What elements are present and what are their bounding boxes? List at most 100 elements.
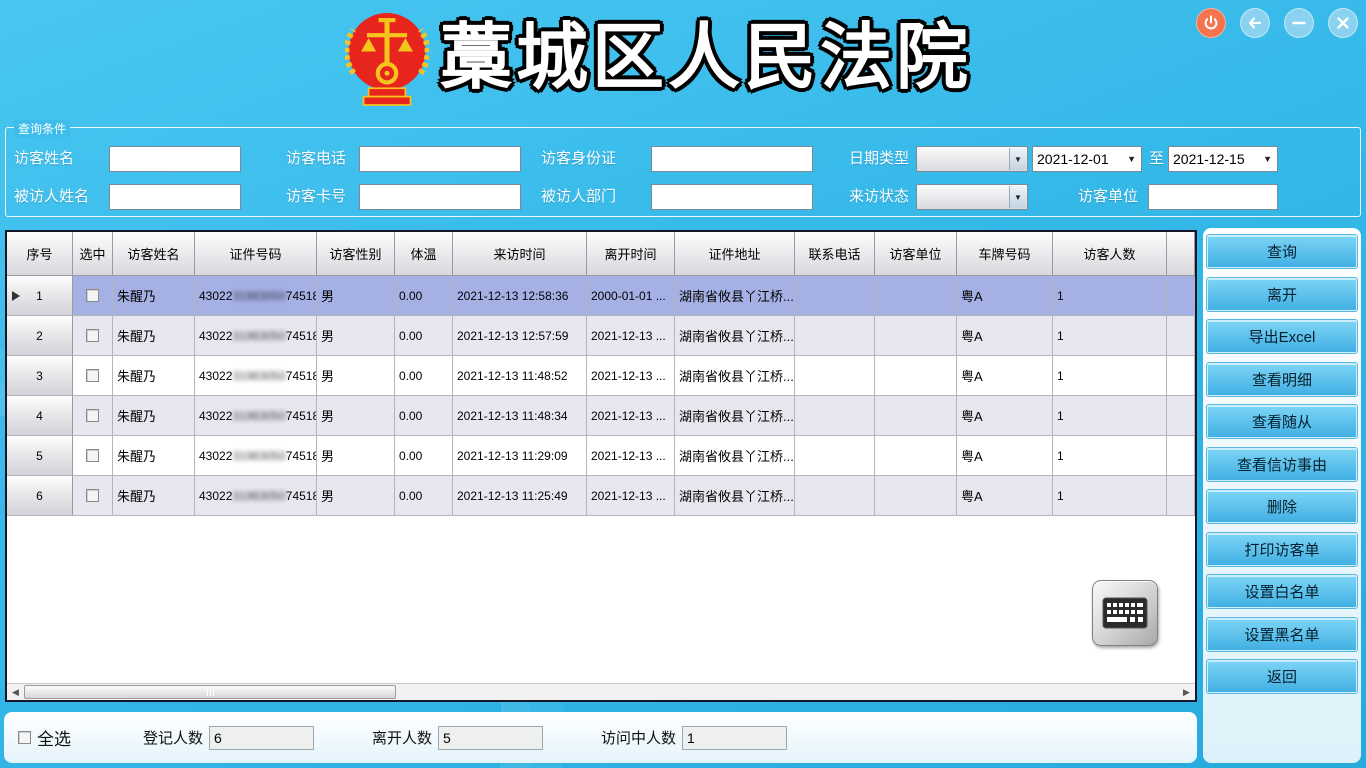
page-title: 藁城区人民法院 — [440, 6, 1040, 112]
leave-time-cell: 2000-01-01 ... — [587, 276, 675, 316]
visit-status-select[interactable]: ▼ — [916, 184, 1028, 210]
plate-cell: 粤A — [957, 356, 1053, 396]
action-button[interactable]: 查询 — [1207, 235, 1357, 268]
column-header[interactable]: 选中 — [73, 232, 113, 276]
action-button[interactable]: 返回 — [1207, 660, 1357, 693]
empty-cell — [1167, 476, 1195, 516]
masked-id-digits: 31983050 — [232, 329, 285, 343]
chevron-down-icon: ▼ — [1009, 186, 1026, 208]
visitor-name-cell: 朱醒乃 — [113, 476, 195, 516]
visitor-phone-label: 访客电话 — [286, 146, 346, 172]
table-row[interactable]: 1 朱醒乃 430223198305074518 男 0.00 2021-12-… — [7, 276, 1195, 316]
temperature-cell: 0.00 — [395, 396, 453, 436]
close-button[interactable] — [1328, 8, 1358, 38]
select-all-checkbox[interactable] — [18, 731, 31, 744]
date-to-separator: 至 — [1149, 146, 1164, 172]
masked-id-digits: 31983050 — [232, 409, 285, 423]
column-header[interactable]: 访客人数 — [1053, 232, 1167, 276]
row-checkbox[interactable] — [86, 449, 99, 462]
id-number-cell: 430223198305074518 — [195, 356, 317, 396]
action-button[interactable]: 查看信访事由 — [1207, 448, 1357, 481]
action-button[interactable]: 设置黑名单 — [1207, 618, 1357, 651]
visited-dept-input[interactable] — [651, 184, 813, 210]
action-button[interactable]: 查看明细 — [1207, 363, 1357, 396]
row-checkbox[interactable] — [86, 489, 99, 502]
table-row[interactable]: 4 朱醒乃 430223198305074518 男 0.00 2021-12-… — [7, 396, 1195, 436]
action-button[interactable]: 离开 — [1207, 278, 1357, 311]
gender-cell: 男 — [317, 276, 395, 316]
unit-cell — [875, 436, 957, 476]
temperature-cell: 0.00 — [395, 276, 453, 316]
visit-time-cell: 2021-12-13 11:29:09 — [453, 436, 587, 476]
count-cell: 1 — [1053, 276, 1167, 316]
visit-time-cell: 2021-12-13 12:58:36 — [453, 276, 587, 316]
scroll-right-arrow[interactable]: ▶ — [1178, 684, 1195, 700]
column-header[interactable]: 来访时间 — [453, 232, 587, 276]
virtual-keyboard-button[interactable] — [1092, 580, 1158, 646]
registered-count-field[interactable] — [209, 726, 314, 750]
visitor-phone-input[interactable] — [359, 146, 521, 172]
column-header[interactable]: 体温 — [395, 232, 453, 276]
plate-cell: 粤A — [957, 436, 1053, 476]
power-icon — [1203, 15, 1219, 31]
visitor-name-label: 访客姓名 — [14, 146, 74, 172]
row-select-cell — [73, 436, 113, 476]
date-from-value: 2021-12-01 — [1037, 151, 1109, 167]
scrollbar-track[interactable] — [24, 684, 1178, 700]
power-button[interactable] — [1196, 8, 1226, 38]
count-cell: 1 — [1053, 316, 1167, 356]
column-header[interactable]: 序号 — [7, 232, 73, 276]
action-button[interactable]: 导出Excel — [1207, 320, 1357, 353]
chevron-down-icon: ▼ — [1127, 147, 1136, 171]
action-button[interactable]: 删除 — [1207, 490, 1357, 523]
column-header[interactable]: 证件地址 — [675, 232, 795, 276]
table-row[interactable]: 2 朱醒乃 430223198305074518 男 0.00 2021-12-… — [7, 316, 1195, 356]
row-checkbox[interactable] — [86, 409, 99, 422]
table-row[interactable]: 5 朱醒乃 430223198305074518 男 0.00 2021-12-… — [7, 436, 1195, 476]
back-button[interactable] — [1240, 8, 1270, 38]
chevron-down-icon: ▼ — [1009, 148, 1026, 170]
column-header[interactable]: 离开时间 — [587, 232, 675, 276]
row-select-cell — [73, 356, 113, 396]
scroll-left-arrow[interactable]: ◀ — [7, 684, 24, 700]
table-row[interactable]: 6 朱醒乃 430223198305074518 男 0.00 2021-12-… — [7, 476, 1195, 516]
plate-cell: 粤A — [957, 396, 1053, 436]
visitor-name-input[interactable] — [109, 146, 241, 172]
action-button[interactable]: 设置白名单 — [1207, 575, 1357, 608]
table-row[interactable]: 3 朱醒乃 430223198305074518 男 0.00 2021-12-… — [7, 356, 1195, 396]
left-count-field[interactable] — [438, 726, 543, 750]
action-button[interactable]: 查看随从 — [1207, 405, 1357, 438]
visitor-unit-input[interactable] — [1148, 184, 1278, 210]
column-header[interactable]: 访客姓名 — [113, 232, 195, 276]
visitor-card-label: 访客卡号 — [286, 184, 346, 210]
date-to-picker[interactable]: 2021-12-15 ▼ — [1168, 146, 1278, 172]
visitor-card-input[interactable] — [359, 184, 521, 210]
row-checkbox[interactable] — [86, 329, 99, 342]
visited-name-input[interactable] — [109, 184, 241, 210]
row-checkbox[interactable] — [86, 369, 99, 382]
visit-time-cell: 2021-12-13 11:48:52 — [453, 356, 587, 396]
date-type-select[interactable]: ▼ — [916, 146, 1028, 172]
column-header[interactable]: 联系电话 — [795, 232, 875, 276]
visiting-count-field[interactable] — [682, 726, 787, 750]
unit-cell — [875, 356, 957, 396]
gender-cell: 男 — [317, 316, 395, 356]
row-number: 2 — [7, 316, 73, 356]
column-header[interactable]: 证件号码 — [195, 232, 317, 276]
column-header[interactable]: 访客性别 — [317, 232, 395, 276]
visitor-name-cell: 朱醒乃 — [113, 396, 195, 436]
column-header[interactable]: 车牌号码 — [957, 232, 1053, 276]
id-number-cell: 430223198305074518 — [195, 276, 317, 316]
date-from-picker[interactable]: 2021-12-01 ▼ — [1032, 146, 1142, 172]
visitor-id-label: 访客身份证 — [541, 146, 616, 172]
masked-id-digits: 31983050 — [232, 369, 285, 383]
minimize-button[interactable] — [1284, 8, 1314, 38]
scrollbar-thumb[interactable] — [24, 685, 396, 699]
visit-time-cell: 2021-12-13 11:25:49 — [453, 476, 587, 516]
action-button[interactable]: 打印访客单 — [1207, 533, 1357, 566]
visitor-id-input[interactable] — [651, 146, 813, 172]
column-header[interactable]: 访客单位 — [875, 232, 957, 276]
temperature-cell: 0.00 — [395, 476, 453, 516]
row-checkbox[interactable] — [86, 289, 99, 302]
column-header[interactable] — [1167, 232, 1195, 276]
